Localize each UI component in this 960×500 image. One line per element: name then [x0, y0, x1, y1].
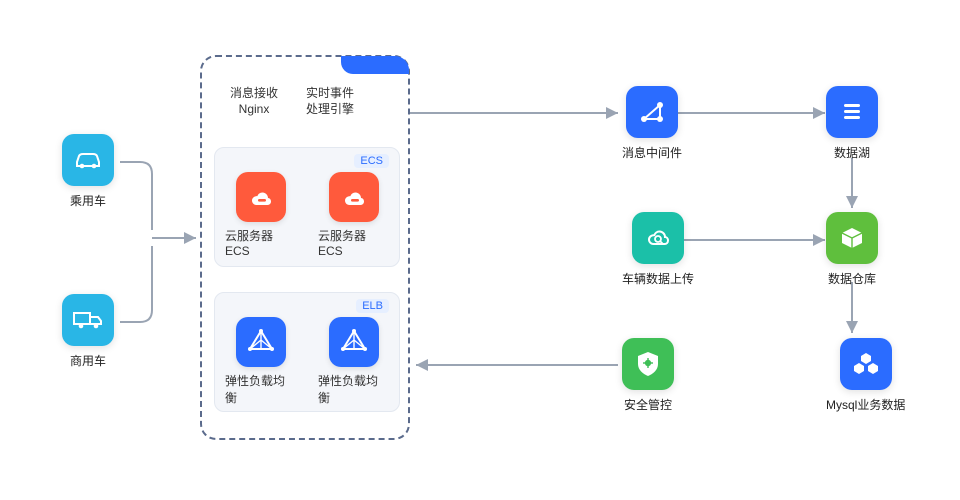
elb-item-2: 弹性负载均衡	[318, 317, 389, 406]
ecs-item-2: 云服务器ECS	[318, 172, 389, 258]
elb-label-1: 弹性负载均衡	[225, 372, 296, 406]
cube-icon	[826, 212, 878, 264]
ecs-group: ECS 云服务器ECS 云服务器ECS	[214, 147, 400, 267]
hex-cluster-icon	[840, 338, 892, 390]
main-panel: 消息接收 Nginx 实时事件 处理引擎 ECS 云服务器ECS 云服务器ECS	[200, 55, 410, 440]
elb-group: ELB 弹性负载均衡 弹性负载均衡	[214, 292, 400, 412]
panel-corner-tab	[341, 56, 409, 74]
panel-header: 消息接收 Nginx 实时事件 处理引擎	[230, 85, 354, 117]
cloud-server-icon	[329, 172, 379, 222]
shield-gear-icon	[622, 338, 674, 390]
botA-label: 安全管控	[624, 396, 672, 413]
header1-line2: Nginx	[239, 101, 270, 117]
header1-line1: 消息接收	[230, 85, 278, 101]
node-data-lake: 数据湖	[826, 86, 878, 161]
topB-label: 数据湖	[834, 144, 870, 161]
midA-label: 车辆数据上传	[622, 270, 694, 287]
node-car: 乘用车	[62, 134, 114, 209]
node-mysql: Mysql业务数据	[826, 338, 905, 413]
cloud-search-icon	[632, 212, 684, 264]
elb-label-2: 弹性负载均衡	[318, 372, 389, 406]
node-upload: 车辆数据上传	[622, 212, 694, 287]
node-truck: 商用车	[62, 294, 114, 369]
layers-icon	[826, 86, 878, 138]
header-col-1: 消息接收 Nginx	[230, 85, 278, 117]
header-col-2: 实时事件 处理引擎	[306, 85, 354, 117]
header2-line2: 处理引擎	[306, 101, 354, 117]
load-balancer-icon	[329, 317, 379, 367]
ecs-label-2: 云服务器ECS	[318, 227, 389, 258]
midB-label: 数据仓库	[828, 270, 876, 287]
connector-layer	[0, 0, 960, 500]
header2-line1: 实时事件	[306, 85, 354, 101]
ecs-item-1: 云服务器ECS	[225, 172, 296, 258]
node-message-mw: 消息中间件	[622, 86, 682, 161]
edge-truck-to-panel	[120, 246, 152, 322]
car-label: 乘用车	[70, 192, 106, 209]
network-icon	[626, 86, 678, 138]
load-balancer-icon	[236, 317, 286, 367]
ecs-label-1: 云服务器ECS	[225, 227, 296, 258]
elb-item-1: 弹性负载均衡	[225, 317, 296, 406]
car-icon	[62, 134, 114, 186]
node-data-warehouse: 数据仓库	[826, 212, 878, 287]
truck-icon	[62, 294, 114, 346]
node-security: 安全管控	[622, 338, 674, 413]
ecs-tag: ECS	[354, 154, 389, 168]
topA-label: 消息中间件	[622, 144, 682, 161]
cloud-server-icon	[236, 172, 286, 222]
elb-tag: ELB	[356, 299, 389, 313]
botB-label: Mysql业务数据	[826, 396, 905, 413]
edge-car-to-panel	[120, 162, 152, 230]
truck-label: 商用车	[70, 352, 106, 369]
